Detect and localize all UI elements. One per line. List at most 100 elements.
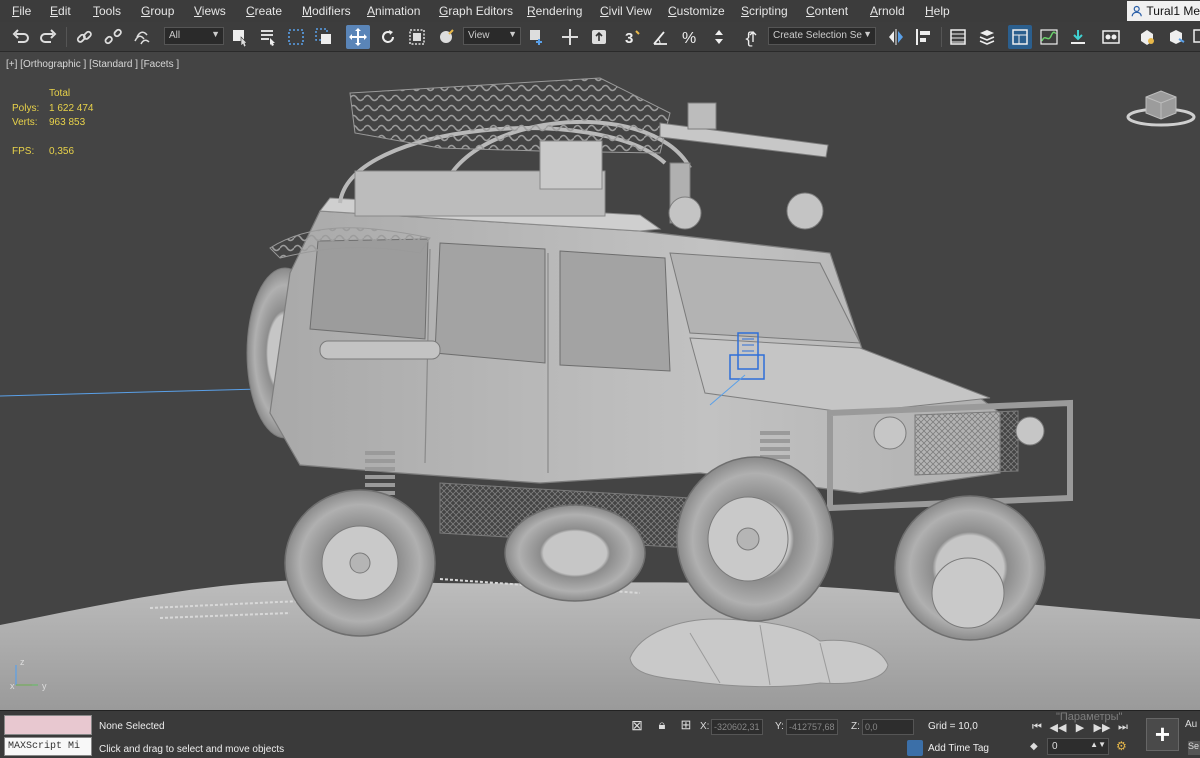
snap-3d-icon[interactable]: 3 bbox=[620, 25, 644, 49]
viewcube[interactable] bbox=[1126, 83, 1196, 128]
goto-start-icon[interactable]: ⏮ bbox=[1028, 719, 1046, 735]
percent-snap-icon[interactable]: % bbox=[678, 25, 702, 49]
front-right-wheel bbox=[894, 495, 1046, 641]
verts-value: 963 853 bbox=[49, 117, 86, 128]
bind-spacewarp-icon[interactable] bbox=[130, 25, 154, 49]
main-toolbar: All ▼ View ▼ 3 % { Create Selection Se ▼ bbox=[0, 22, 1200, 52]
menu-edit[interactable]: Edit bbox=[50, 4, 71, 18]
isolate-selection-icon[interactable]: ⊠ bbox=[628, 717, 646, 735]
redo-icon[interactable] bbox=[37, 25, 61, 49]
play-icon[interactable]: ▶ bbox=[1070, 719, 1090, 735]
edit-named-sets-icon[interactable]: { bbox=[740, 25, 764, 49]
menu-group[interactable]: Group bbox=[141, 4, 174, 18]
svg-text:x: x bbox=[10, 681, 15, 691]
layer-icon[interactable] bbox=[975, 25, 999, 49]
z-coord-label: Z: bbox=[851, 721, 860, 732]
polys-value: 1 622 474 bbox=[49, 102, 94, 114]
select-object-icon[interactable] bbox=[228, 25, 252, 49]
rear-right-wheel bbox=[504, 504, 646, 602]
fps-value: 0,356 bbox=[49, 145, 75, 157]
menu-customize[interactable]: Customize bbox=[668, 4, 725, 18]
angle-snap-icon[interactable] bbox=[649, 25, 673, 49]
pivot-icon[interactable] bbox=[525, 25, 549, 49]
menu-help[interactable]: Help bbox=[925, 4, 950, 18]
rect-selection-icon[interactable] bbox=[284, 25, 308, 49]
schematic-icon[interactable] bbox=[1066, 25, 1090, 49]
menu-modifiers[interactable]: Modifiers bbox=[302, 4, 351, 18]
set-key-button[interactable]: Se bbox=[1188, 741, 1200, 755]
x-coord-field[interactable]: -320602,31 bbox=[711, 719, 763, 735]
select-by-name-icon[interactable] bbox=[256, 25, 280, 49]
maxscript-listener-output[interactable] bbox=[4, 715, 92, 735]
unlink-icon[interactable] bbox=[101, 25, 125, 49]
named-selection-set-dropdown[interactable]: Create Selection Se ▼ bbox=[768, 27, 876, 45]
spinner-snap-icon[interactable] bbox=[707, 25, 731, 49]
render-frame-icon[interactable] bbox=[1190, 25, 1200, 49]
y-coord-field[interactable]: -412757,68 bbox=[786, 719, 838, 735]
menu-views[interactable]: Views bbox=[194, 4, 226, 18]
menu-arnold[interactable]: Arnold bbox=[870, 4, 905, 18]
render-icon[interactable] bbox=[1164, 25, 1188, 49]
current-frame-field[interactable]: 0 ▲▼ bbox=[1047, 738, 1109, 755]
viewport-label-menu[interactable]: [+] [Orthographic ] [Standard ] [Facets … bbox=[6, 59, 179, 70]
align-icon[interactable] bbox=[912, 25, 936, 49]
x-coord-label: X: bbox=[700, 721, 710, 732]
reference-coordinate-dropdown[interactable]: View ▼ bbox=[463, 27, 521, 45]
menu-civil-view[interactable]: Civil View bbox=[600, 4, 652, 18]
axis-tripod: z x y bbox=[10, 657, 47, 691]
add-time-tag-button[interactable]: Add Time Tag bbox=[928, 743, 989, 754]
status-bar: MAXScript Mi None Selected Click and dra… bbox=[0, 710, 1200, 758]
select-rotate-icon[interactable] bbox=[376, 25, 400, 49]
select-manipulate-icon[interactable] bbox=[558, 25, 582, 49]
auto-key-button[interactable]: Au bbox=[1185, 719, 1197, 730]
time-config-icon[interactable]: ⚙ bbox=[1116, 739, 1127, 753]
undo-icon[interactable] bbox=[8, 25, 32, 49]
rear-left-wheel bbox=[284, 489, 436, 637]
menu-file[interactable]: File bbox=[12, 4, 31, 18]
user-icon bbox=[1131, 5, 1142, 17]
render-setup-icon[interactable] bbox=[1135, 25, 1159, 49]
roof-gun bbox=[659, 122, 829, 158]
material-editor-icon[interactable] bbox=[1099, 25, 1123, 49]
user-account-button[interactable]: Tural1 Me bbox=[1127, 1, 1200, 21]
mirror-icon[interactable] bbox=[884, 25, 908, 49]
menu-create[interactable]: Create bbox=[246, 4, 282, 18]
scene-explorer-icon[interactable] bbox=[1008, 25, 1032, 49]
stats-header: Total bbox=[49, 88, 71, 99]
menu-bar: File Edit Tools Group Views Create Modif… bbox=[0, 0, 1200, 22]
select-scale-icon[interactable] bbox=[405, 25, 429, 49]
create-panel-button[interactable]: + bbox=[1146, 718, 1179, 751]
maxscript-mini-listener-input[interactable]: MAXScript Mi bbox=[4, 737, 92, 756]
absolute-mode-icon[interactable]: ⊞ bbox=[678, 717, 694, 735]
menu-animation[interactable]: Animation bbox=[367, 4, 420, 18]
menu-rendering[interactable]: Rendering bbox=[527, 4, 582, 18]
svg-text:3: 3 bbox=[625, 30, 633, 47]
placement-icon[interactable] bbox=[434, 25, 458, 49]
next-frame-icon[interactable]: ▶▶ bbox=[1093, 719, 1111, 735]
perspective-viewport[interactable]: [+] [Orthographic ] [Standard ] [Facets … bbox=[0, 53, 1200, 710]
key-mode-icon[interactable]: ◆ bbox=[1030, 741, 1038, 752]
selection-lock-icon[interactable]: 🔒︎ bbox=[654, 717, 670, 735]
curve-editor-icon[interactable] bbox=[1037, 25, 1061, 49]
selection-status-text: None Selected bbox=[99, 721, 165, 732]
menu-content[interactable]: Content bbox=[806, 4, 848, 18]
select-move-icon[interactable] bbox=[346, 25, 370, 49]
grid-size-text: Grid = 10,0 bbox=[928, 721, 978, 732]
menu-tools[interactable]: Tools bbox=[93, 4, 121, 18]
keyboard-shortcut-icon[interactable] bbox=[587, 25, 611, 49]
layer-explorer-icon[interactable] bbox=[946, 25, 970, 49]
link-icon[interactable] bbox=[72, 25, 96, 49]
window-crossing-icon[interactable] bbox=[312, 25, 336, 49]
svg-text:z: z bbox=[20, 657, 25, 667]
prompt-line-text: Click and drag to select and move object… bbox=[99, 744, 285, 755]
verts-label: Verts: bbox=[12, 117, 38, 128]
scene-render bbox=[0, 77, 1200, 710]
z-coord-field[interactable]: 0,0 bbox=[862, 719, 914, 735]
goto-end-icon[interactable]: ⏭ bbox=[1114, 719, 1132, 735]
selection-filter-dropdown[interactable]: All ▼ bbox=[164, 27, 224, 45]
previous-frame-icon[interactable]: ◀◀ bbox=[1049, 719, 1067, 735]
time-tag-icon[interactable] bbox=[907, 740, 923, 756]
menu-graph-editors[interactable]: Graph Editors bbox=[439, 4, 513, 18]
viewport-statistics: Total Polys: 1 622 474 Verts: 963 853 FPS:… bbox=[12, 87, 94, 159]
menu-scripting[interactable]: Scripting bbox=[741, 4, 788, 18]
